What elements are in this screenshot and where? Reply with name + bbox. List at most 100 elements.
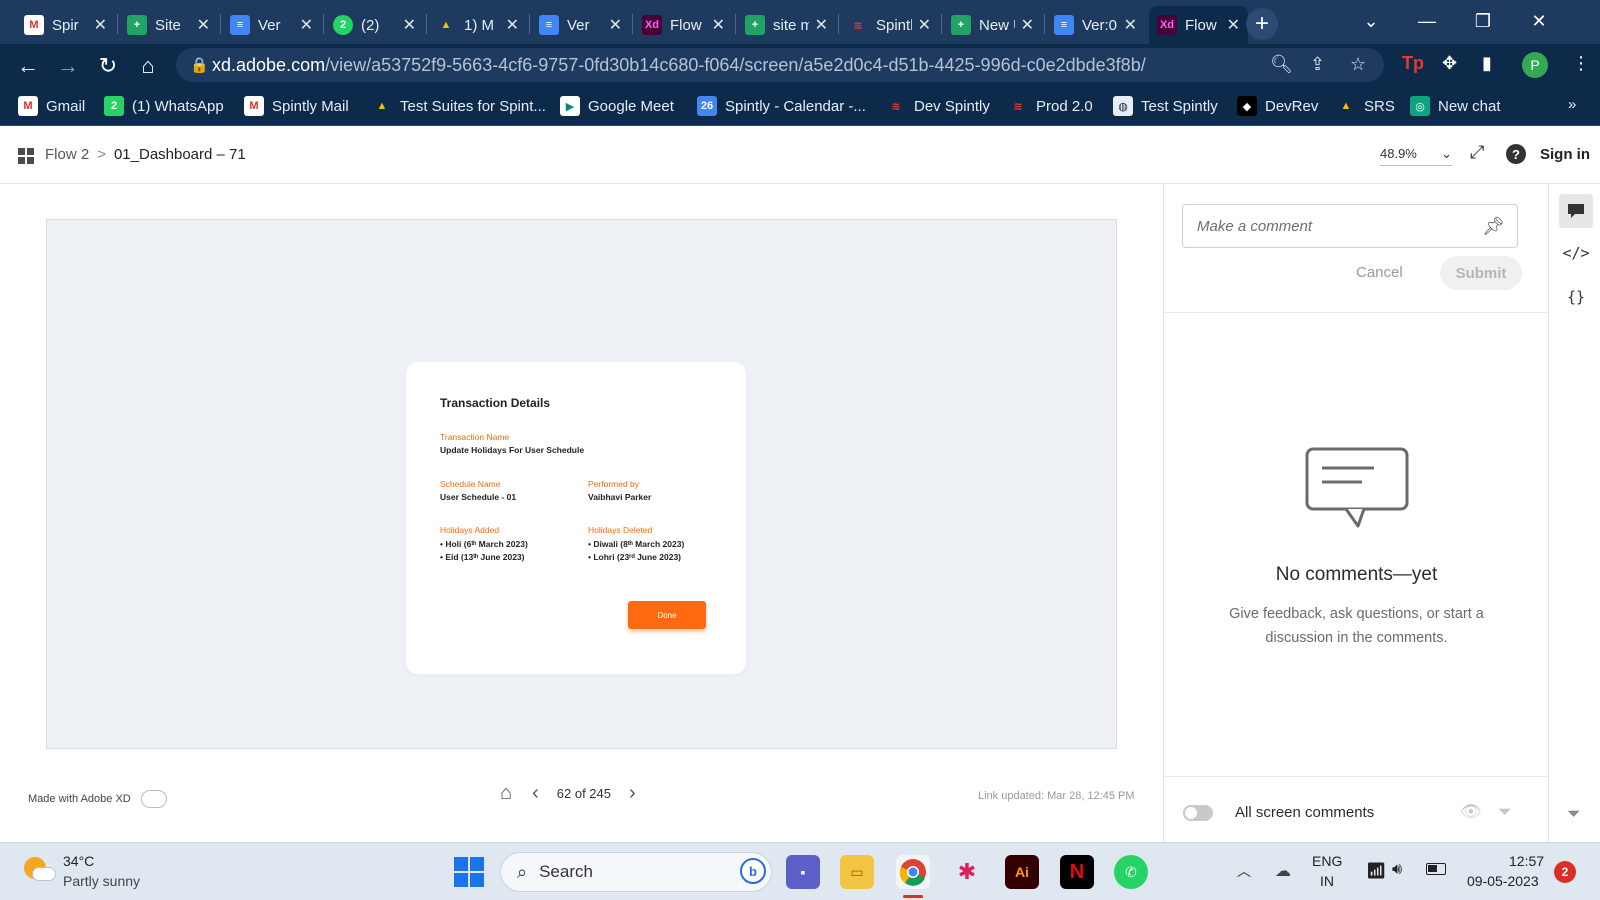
- url-field[interactable]: 🔒 xd.adobe.com /view/a53752f9-5663-4cf6-…: [176, 48, 1384, 82]
- battery-icon[interactable]: [1426, 863, 1446, 875]
- code-icon[interactable]: </>: [1559, 236, 1593, 270]
- tray-expand-icon[interactable]: ︿: [1237, 861, 1251, 881]
- bookmark-item[interactable]: ▲ SRS: [1336, 96, 1395, 116]
- close-tab-icon[interactable]: ✕: [197, 15, 210, 35]
- fullscreen-expand-icon[interactable]: ⤢: [1470, 142, 1484, 163]
- notification-badge[interactable]: 2: [1554, 861, 1576, 883]
- bookmark-item[interactable]: ◆ DevRev: [1237, 96, 1318, 116]
- browser-tab[interactable]: Xd Flow ✕: [1149, 6, 1248, 44]
- profile-avatar[interactable]: P: [1522, 52, 1548, 78]
- home-button[interactable]: ⌂: [134, 52, 162, 80]
- close-tab-icon[interactable]: ✕: [403, 15, 416, 35]
- bing-icon[interactable]: b: [740, 858, 766, 884]
- extensions-puzzle-icon[interactable]: ✥: [1442, 53, 1457, 74]
- close-tab-icon[interactable]: ✕: [94, 15, 107, 35]
- browser-tab[interactable]: ≋ Spintly ✕: [840, 6, 939, 44]
- filter-icon[interactable]: ⏷: [1498, 802, 1512, 822]
- breadcrumb-parent[interactable]: Flow 2: [45, 146, 89, 163]
- close-tab-icon[interactable]: ✕: [1021, 15, 1034, 35]
- volume-icon[interactable]: 🔊︎: [1392, 861, 1402, 879]
- whatsapp-icon[interactable]: ✆: [1114, 855, 1148, 889]
- reload-button[interactable]: ↻: [94, 52, 122, 80]
- bookmark-star-icon[interactable]: ☆: [1350, 54, 1366, 75]
- done-button[interactable]: Done: [628, 601, 706, 629]
- netflix-icon[interactable]: N: [1060, 855, 1094, 889]
- close-tab-icon[interactable]: ✕: [300, 15, 313, 35]
- bookmark-item[interactable]: ◎ New chat: [1410, 96, 1501, 116]
- filter-icon[interactable]: ⏷: [1567, 804, 1581, 824]
- hide-comments-icon[interactable]: 👁︎: [1460, 802, 1482, 822]
- share-icon[interactable]: ⇪: [1310, 54, 1325, 75]
- weather-temperature[interactable]: 34°C: [63, 853, 94, 869]
- minimize-button[interactable]: —: [1404, 6, 1450, 36]
- next-screen-button[interactable]: ›: [629, 782, 636, 805]
- tab-search-chevron-icon[interactable]: ⌄: [1348, 6, 1394, 36]
- browser-tab[interactable]: ≡ Ver ✕: [222, 6, 321, 44]
- language-region[interactable]: IN: [1320, 873, 1334, 889]
- slack-icon[interactable]: ✱: [950, 855, 984, 889]
- file-explorer-icon[interactable]: ▭: [840, 855, 874, 889]
- close-window-button[interactable]: ✕: [1516, 6, 1562, 36]
- weather-icon[interactable]: [24, 857, 56, 885]
- browser-tab[interactable]: ≡ Ver:0.4 ✕: [1046, 6, 1145, 44]
- bookmark-item[interactable]: 2 (1) WhatsApp: [104, 96, 224, 116]
- browser-tab[interactable]: 2 (2) ✕: [325, 6, 424, 44]
- submit-button[interactable]: Submit: [1440, 256, 1522, 290]
- tp-extension-icon[interactable]: Tp: [1402, 53, 1424, 74]
- pin-icon[interactable]: 📌︎: [1482, 216, 1505, 237]
- close-tab-icon[interactable]: ✕: [506, 15, 519, 35]
- bookmark-item[interactable]: M Gmail: [18, 96, 85, 116]
- windows-start-icon[interactable]: [454, 857, 484, 887]
- app-grid-icon[interactable]: [18, 148, 34, 164]
- close-tab-icon[interactable]: ✕: [609, 15, 622, 35]
- clock-time[interactable]: 12:57: [1509, 853, 1544, 869]
- restore-button[interactable]: ❐: [1460, 6, 1506, 36]
- previous-screen-button[interactable]: ‹: [532, 782, 539, 805]
- language-code[interactable]: ENG: [1312, 853, 1342, 869]
- browser-tab[interactable]: ▲ 1) M ✕: [428, 6, 527, 44]
- more-bookmarks-button[interactable]: »: [1568, 96, 1576, 113]
- browser-tab[interactable]: Xd Flow 1 ✕: [634, 6, 733, 44]
- chrome-icon[interactable]: [896, 855, 930, 889]
- cancel-button[interactable]: Cancel: [1356, 264, 1403, 281]
- teams-chat-icon[interactable]: ▪: [786, 855, 820, 889]
- home-icon[interactable]: ⌂: [500, 782, 512, 805]
- browser-tab[interactable]: ≡ Ver ✕: [531, 6, 630, 44]
- browser-tab[interactable]: M Spir ✕: [16, 6, 115, 44]
- bookmark-item[interactable]: ▶ Google Meet: [560, 96, 674, 116]
- braces-icon[interactable]: {}: [1559, 280, 1593, 314]
- bookmark-item[interactable]: M Spintly Mail: [244, 96, 349, 116]
- bookmark-item[interactable]: ▲ Test Suites for Spint...: [372, 96, 546, 116]
- browser-tab[interactable]: + New Us ✕: [943, 6, 1042, 44]
- sign-in-link[interactable]: Sign in: [1540, 146, 1590, 163]
- comment-input[interactable]: Make a comment 📌︎: [1182, 204, 1518, 248]
- close-tab-icon[interactable]: ✕: [712, 15, 725, 35]
- bookmark-item[interactable]: ≋ Dev Spintly: [886, 96, 989, 116]
- comments-icon[interactable]: [1559, 194, 1593, 228]
- zoom-select[interactable]: 48.9% ⌄: [1380, 146, 1452, 166]
- new-tab-button[interactable]: +: [1246, 8, 1278, 40]
- onedrive-icon[interactable]: ☁︎: [1275, 861, 1291, 881]
- illustrator-icon[interactable]: Ai: [1005, 855, 1039, 889]
- zoom-magnifier-icon[interactable]: 🔍︎: [1270, 54, 1293, 75]
- browser-tab[interactable]: + Site ✕: [119, 6, 218, 44]
- wifi-icon[interactable]: 📶︎: [1366, 861, 1386, 881]
- bookmark-item[interactable]: ◍ Test Spintly: [1113, 96, 1218, 116]
- help-icon[interactable]: ?: [1506, 144, 1526, 164]
- close-tab-icon[interactable]: ✕: [1227, 15, 1240, 35]
- close-tab-icon[interactable]: ✕: [918, 15, 931, 35]
- taskbar-search[interactable]: ⌕ Search: [500, 852, 772, 892]
- forward-button[interactable]: →: [54, 52, 82, 80]
- side-panel-icon[interactable]: ▮: [1482, 53, 1492, 74]
- clock-date[interactable]: 09-05-2023: [1467, 873, 1539, 889]
- made-with-xd[interactable]: Made with Adobe XD: [28, 790, 167, 808]
- weather-condition[interactable]: Partly sunny: [63, 873, 140, 889]
- bookmark-item[interactable]: ≋ Prod 2.0: [1008, 96, 1092, 116]
- close-tab-icon[interactable]: ✕: [1124, 15, 1137, 35]
- bookmark-item[interactable]: 26 Spintly - Calendar -...: [697, 96, 866, 116]
- all-screen-comments-toggle[interactable]: [1183, 805, 1213, 821]
- browser-tab[interactable]: + site mar ✕: [737, 6, 836, 44]
- back-button[interactable]: ←: [14, 52, 42, 80]
- close-tab-icon[interactable]: ✕: [815, 15, 828, 35]
- browser-menu-icon[interactable]: ⋮: [1572, 53, 1590, 74]
